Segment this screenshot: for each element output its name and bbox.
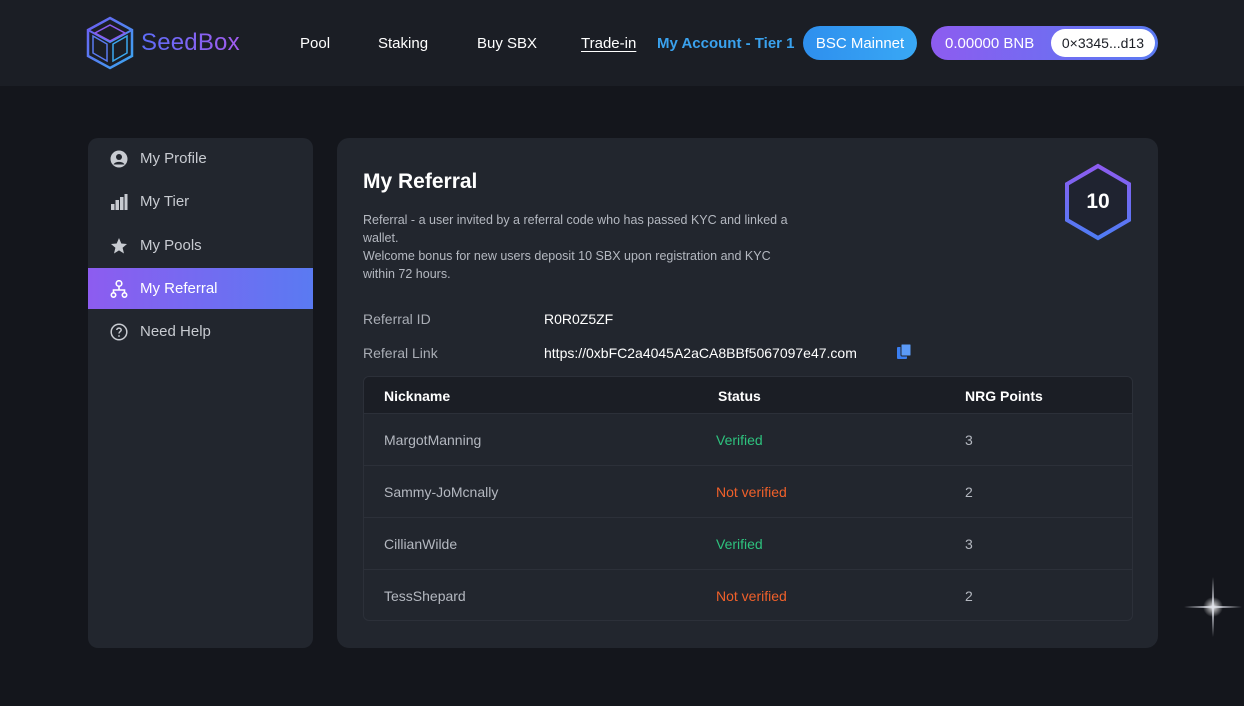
referral-tree-icon xyxy=(109,279,129,299)
sidebar-item-my-tier[interactable]: My Tier xyxy=(88,181,313,222)
column-header-nrg-points: NRG Points xyxy=(965,388,1043,404)
table-row: CillianWilde Verified 3 xyxy=(364,517,1132,569)
sidebar-item-label: My Referral xyxy=(140,280,218,297)
column-header-status: Status xyxy=(718,388,761,404)
star-icon xyxy=(109,236,129,256)
row-nickname: CillianWilde xyxy=(384,536,458,552)
row-points: 2 xyxy=(965,588,973,604)
nav-buy-sbx[interactable]: Buy SBX xyxy=(477,35,537,53)
wallet-address-button[interactable]: 0×3345...d13 xyxy=(1050,29,1155,57)
referrals-table: Nickname Status NRG Points MargotManning… xyxy=(363,376,1133,621)
row-points: 3 xyxy=(965,536,973,552)
row-status: Not verified xyxy=(716,484,787,500)
logo[interactable]: SeedBox xyxy=(85,16,240,70)
question-circle-icon xyxy=(109,322,129,342)
nav-my-account[interactable]: My Account - Tier 1 xyxy=(657,35,795,53)
referral-description: Referral - a user invited by a referral … xyxy=(363,211,803,283)
table-row: Sammy-JoMcnally Not verified 2 xyxy=(364,465,1132,517)
sidebar-item-label: My Pools xyxy=(140,237,202,254)
nav-trade-in[interactable]: Trade-in xyxy=(581,35,636,53)
sidebar-item-need-help[interactable]: Need Help xyxy=(88,311,313,352)
page-title: My Referral xyxy=(363,170,478,193)
sidebar-item-label: My Profile xyxy=(140,150,207,167)
sidebar-item-my-pools[interactable]: My Pools xyxy=(88,225,313,266)
table-row: MargotManning Verified 3 xyxy=(364,413,1132,465)
row-status: Not verified xyxy=(716,588,787,604)
row-points: 2 xyxy=(965,484,973,500)
table-row: TessShepard Not verified 2 xyxy=(364,569,1132,620)
referral-description-line: Welcome bonus for new users deposit 10 S… xyxy=(363,249,771,281)
nav-pool[interactable]: Pool xyxy=(300,35,330,53)
table-header: Nickname Status NRG Points xyxy=(364,377,1132,413)
wallet-balance: 0.00000 BNB xyxy=(945,34,1035,52)
sparkle-decoration-icon xyxy=(1178,572,1244,642)
badge-value: 10 xyxy=(1086,190,1110,213)
row-nickname: TessShepard xyxy=(384,588,466,604)
referral-link-value[interactable]: https://0xbFC2a4045A2aCA8BBf5067097e47.c… xyxy=(544,345,857,361)
referral-id-label: Referral ID xyxy=(363,311,431,327)
account-sidebar: My Profile My Tier My Pools My Referral … xyxy=(88,138,313,648)
column-header-nickname: Nickname xyxy=(384,388,451,404)
top-header: SeedBox Pool Staking Buy SBX Trade-in My… xyxy=(0,0,1244,86)
copy-icon[interactable] xyxy=(896,343,912,360)
referral-card: My Referral Referral - a user invited by… xyxy=(337,138,1158,648)
user-circle-icon xyxy=(109,149,129,169)
sidebar-item-label: Need Help xyxy=(140,323,211,340)
row-status: Verified xyxy=(716,432,763,448)
sidebar-item-my-referral[interactable]: My Referral xyxy=(88,268,313,309)
row-status: Verified xyxy=(716,536,763,552)
row-nickname: MargotManning xyxy=(384,432,482,448)
referral-link-label: Referal Link xyxy=(363,345,438,361)
logo-text: SeedBox xyxy=(141,29,240,56)
referral-description-line: Referral - a user invited by a referral … xyxy=(363,213,788,245)
cube-logo-icon xyxy=(85,16,135,70)
bar-chart-icon xyxy=(109,192,129,212)
row-nickname: Sammy-JoMcnally xyxy=(384,484,499,500)
row-points: 3 xyxy=(965,432,973,448)
referral-id-value: R0R0Z5ZF xyxy=(544,311,614,327)
network-button[interactable]: BSC Mainnet xyxy=(803,26,917,60)
referral-count-badge: 10 xyxy=(1062,162,1134,242)
wallet-widget[interactable]: 0.00000 BNB 0×3345...d13 xyxy=(931,26,1158,60)
sidebar-item-label: My Tier xyxy=(140,193,190,210)
nav-staking[interactable]: Staking xyxy=(378,35,428,53)
sidebar-item-my-profile[interactable]: My Profile xyxy=(88,138,313,179)
